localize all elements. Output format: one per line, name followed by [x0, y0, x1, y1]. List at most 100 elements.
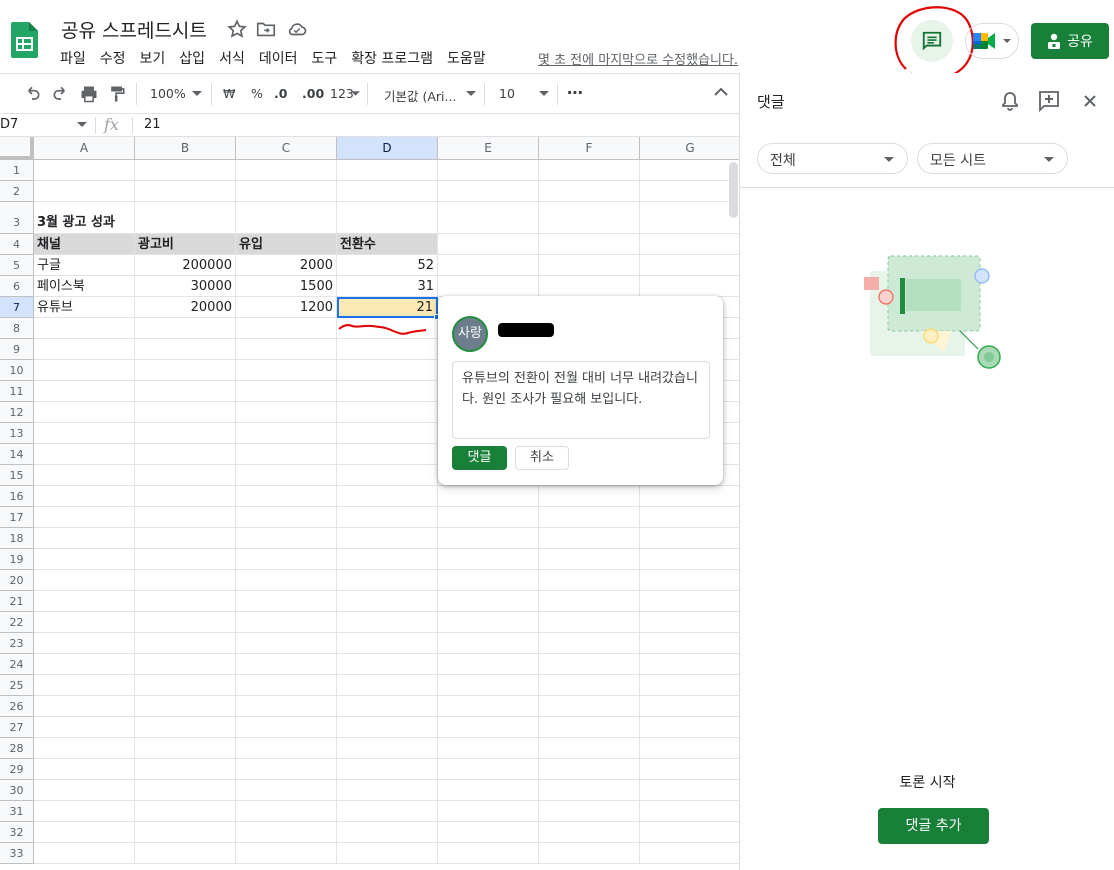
cell-c17[interactable]	[236, 507, 337, 528]
cell-e2[interactable]	[438, 181, 539, 202]
cell-d14[interactable]	[337, 444, 438, 465]
cell-b28[interactable]	[135, 738, 236, 759]
cell-d33[interactable]	[337, 843, 438, 864]
comment-input[interactable]: 유튜브의 전환이 전월 대비 너무 내려갔습니다. 원인 조사가 필요해 보입니…	[452, 361, 710, 439]
menu-extensions[interactable]: 확장 프로그램	[351, 48, 441, 68]
cell-b10[interactable]	[135, 360, 236, 381]
row-header-9[interactable]: 9	[0, 339, 34, 360]
cell-g17[interactable]	[640, 507, 739, 528]
redo-icon[interactable]	[51, 84, 71, 104]
cell-d21[interactable]	[337, 591, 438, 612]
cell-f5[interactable]	[539, 255, 640, 276]
cell-b7[interactable]: 20000	[135, 297, 236, 318]
cell-f17[interactable]	[539, 507, 640, 528]
cell-a8[interactable]	[34, 318, 135, 339]
row-header-8[interactable]: 8	[0, 318, 34, 339]
cell-e28[interactable]	[438, 738, 539, 759]
cell-d25[interactable]	[337, 675, 438, 696]
paint-format-icon[interactable]	[107, 84, 127, 104]
cell-f28[interactable]	[539, 738, 640, 759]
name-box[interactable]: D7	[0, 117, 18, 132]
cell-b6[interactable]: 30000	[135, 276, 236, 297]
column-header-f[interactable]: F	[539, 137, 640, 160]
cell-b5[interactable]: 200000	[135, 255, 236, 276]
column-header-d[interactable]: D	[337, 137, 438, 160]
cell-e1[interactable]	[438, 160, 539, 181]
cell-d12[interactable]	[337, 402, 438, 423]
cell-b30[interactable]	[135, 780, 236, 801]
zoom-select[interactable]: 100%	[150, 86, 186, 101]
cell-a3[interactable]: 3월 광고 성과	[34, 202, 135, 234]
cell-c12[interactable]	[236, 402, 337, 423]
cell-e19[interactable]	[438, 549, 539, 570]
menu-tools[interactable]: 도구	[311, 48, 345, 68]
cell-d4[interactable]: 전환수	[337, 234, 438, 255]
cell-d3[interactable]	[337, 202, 438, 234]
cell-a16[interactable]	[34, 486, 135, 507]
cell-c9[interactable]	[236, 339, 337, 360]
row-header-10[interactable]: 10	[0, 360, 34, 381]
row-header-27[interactable]: 27	[0, 717, 34, 738]
cell-g4[interactable]	[640, 234, 739, 255]
cell-g5[interactable]	[640, 255, 739, 276]
cell-e29[interactable]	[438, 759, 539, 780]
cell-f26[interactable]	[539, 696, 640, 717]
row-header-4[interactable]: 4	[0, 234, 34, 255]
cell-b25[interactable]	[135, 675, 236, 696]
cell-c10[interactable]	[236, 360, 337, 381]
cell-d23[interactable]	[337, 633, 438, 654]
cell-b24[interactable]	[135, 654, 236, 675]
cell-a18[interactable]	[34, 528, 135, 549]
cell-c29[interactable]	[236, 759, 337, 780]
row-header-26[interactable]: 26	[0, 696, 34, 717]
cell-a22[interactable]	[34, 612, 135, 633]
cell-d32[interactable]	[337, 822, 438, 843]
cell-a23[interactable]	[34, 633, 135, 654]
row-header-33[interactable]: 33	[0, 843, 34, 864]
row-header-18[interactable]: 18	[0, 528, 34, 549]
cell-c30[interactable]	[236, 780, 337, 801]
cell-c23[interactable]	[236, 633, 337, 654]
cell-b31[interactable]	[135, 801, 236, 822]
cell-a1[interactable]	[34, 160, 135, 181]
cell-b20[interactable]	[135, 570, 236, 591]
cell-f19[interactable]	[539, 549, 640, 570]
cell-f16[interactable]	[539, 486, 640, 507]
cell-d11[interactable]	[337, 381, 438, 402]
cell-b9[interactable]	[135, 339, 236, 360]
row-header-32[interactable]: 32	[0, 822, 34, 843]
cell-a12[interactable]	[34, 402, 135, 423]
star-icon[interactable]	[226, 18, 248, 40]
cell-d6[interactable]: 31	[337, 276, 438, 297]
cell-d17[interactable]	[337, 507, 438, 528]
row-header-1[interactable]: 1	[0, 160, 34, 181]
row-header-12[interactable]: 12	[0, 402, 34, 423]
row-header-16[interactable]: 16	[0, 486, 34, 507]
cell-e22[interactable]	[438, 612, 539, 633]
cell-d7-selected[interactable]: 21	[337, 297, 438, 318]
cell-c13[interactable]	[236, 423, 337, 444]
sheet-filter-select[interactable]: 모든 시트	[917, 143, 1068, 174]
cell-b19[interactable]	[135, 549, 236, 570]
cell-b27[interactable]	[135, 717, 236, 738]
increase-decimal-button[interactable]: .00	[302, 86, 324, 101]
cell-f20[interactable]	[539, 570, 640, 591]
cell-b8[interactable]	[135, 318, 236, 339]
row-header-3[interactable]: 3	[0, 202, 34, 234]
cell-d24[interactable]	[337, 654, 438, 675]
cell-c33[interactable]	[236, 843, 337, 864]
cell-c4[interactable]: 유입	[236, 234, 337, 255]
submit-comment-button[interactable]: 댓글	[452, 446, 507, 470]
cell-a33[interactable]	[34, 843, 135, 864]
row-header-5[interactable]: 5	[0, 255, 34, 276]
cell-c24[interactable]	[236, 654, 337, 675]
cell-e25[interactable]	[438, 675, 539, 696]
cell-d20[interactable]	[337, 570, 438, 591]
menu-edit[interactable]: 수정	[100, 48, 134, 68]
cell-e17[interactable]	[438, 507, 539, 528]
cell-e18[interactable]	[438, 528, 539, 549]
cell-c7[interactable]: 1200	[236, 297, 337, 318]
more-options-button[interactable]: ⋯	[567, 83, 583, 102]
menu-insert[interactable]: 삽입	[179, 48, 213, 68]
cell-a24[interactable]	[34, 654, 135, 675]
